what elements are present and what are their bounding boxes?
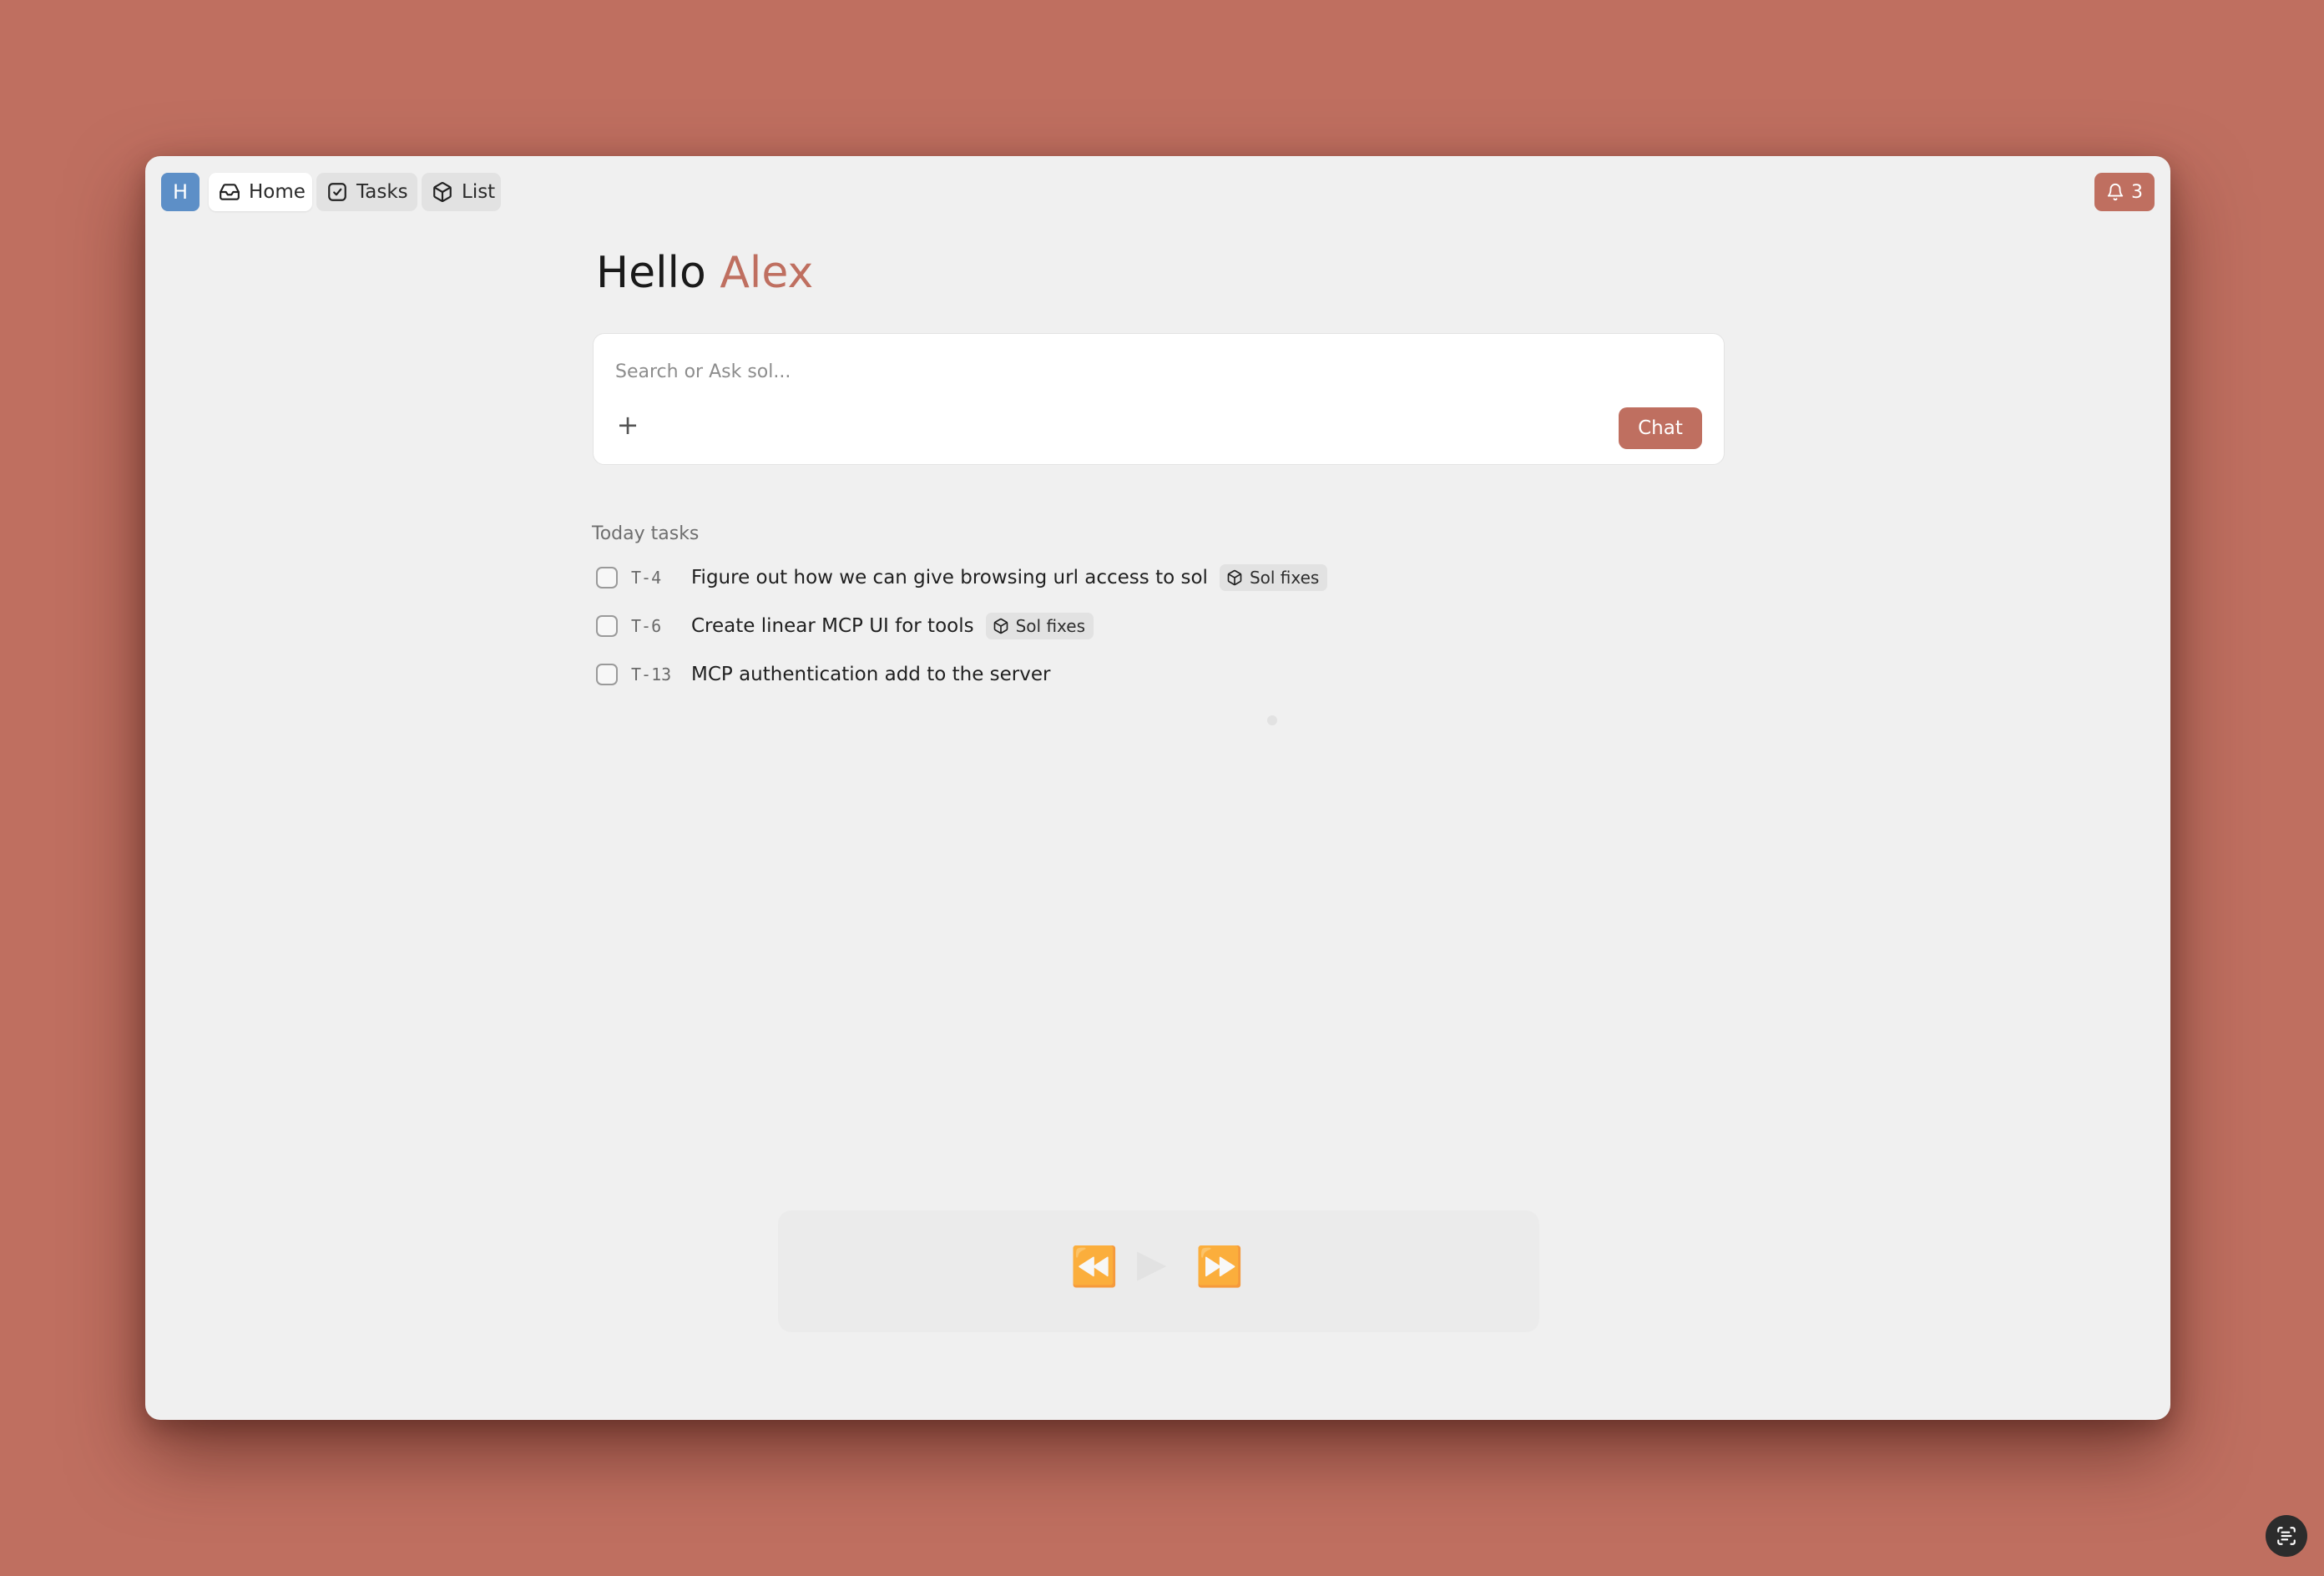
task-row[interactable]: T-6 Create linear MCP UI for tools Sol f… — [596, 609, 1094, 643]
task-checkbox[interactable] — [596, 664, 618, 685]
app-window: H Home Tasks List 3 Hello Alex Search or… — [145, 156, 2170, 1420]
task-row[interactable]: T-4 Figure out how we can give browsing … — [596, 561, 1328, 594]
notification-count: 3 — [2131, 181, 2143, 203]
task-checkbox[interactable] — [596, 615, 618, 637]
search-card: + Chat — [593, 333, 1725, 465]
tab-home[interactable]: Home — [209, 173, 312, 211]
rewind-icon: ⏪ — [1070, 1244, 1119, 1289]
task-id: T-6 — [631, 616, 662, 636]
tab-tasks-label: Tasks — [356, 181, 408, 203]
task-title[interactable]: Figure out how we can give browsing url … — [691, 567, 1208, 588]
search-input[interactable] — [614, 354, 1619, 389]
scan-text-icon — [2277, 1527, 2296, 1545]
box-icon — [993, 618, 1008, 634]
greeting-prefix: Hello — [596, 248, 706, 298]
screen-capture-button[interactable] — [2266, 1515, 2307, 1557]
avatar-letter: H — [172, 180, 189, 204]
task-tag[interactable]: Sol fixes — [1219, 564, 1328, 591]
task-tag-label: Sol fixes — [1015, 616, 1085, 636]
add-button[interactable]: + — [614, 411, 642, 439]
task-tag[interactable]: Sol fixes — [985, 613, 1094, 639]
task-tag-label: Sol fixes — [1249, 568, 1320, 588]
task-row[interactable]: T-13 MCP authentication add to the serve… — [596, 658, 1050, 691]
box-icon — [1227, 569, 1242, 586]
fast-forward-icon: ⏩ — [1195, 1244, 1244, 1289]
play-icon: ▶ — [1137, 1240, 1167, 1286]
task-id: T-13 — [631, 664, 672, 684]
tab-list-label: List — [462, 181, 496, 203]
tab-home-label: Home — [249, 181, 306, 203]
faded-media-player: ⏪ ▶ ⏩ — [778, 1210, 1539, 1332]
box-icon — [433, 182, 452, 202]
task-checkbox[interactable] — [596, 567, 618, 588]
faded-dot — [1267, 715, 1277, 725]
check-square-icon — [328, 183, 346, 201]
inbox-icon — [220, 184, 240, 200]
workspace-avatar[interactable]: H — [161, 173, 200, 211]
tab-tasks[interactable]: Tasks — [316, 173, 417, 211]
bell-icon — [2107, 184, 2124, 201]
greeting-name: Alex — [720, 248, 814, 298]
task-id: T-4 — [631, 568, 662, 588]
tab-list[interactable]: List — [422, 173, 501, 211]
notifications-button[interactable]: 3 — [2094, 173, 2155, 211]
task-title[interactable]: Create linear MCP UI for tools — [691, 615, 974, 637]
today-tasks-heading: Today tasks — [592, 523, 700, 544]
chat-button[interactable]: Chat — [1619, 407, 1702, 449]
task-title[interactable]: MCP authentication add to the server — [691, 664, 1050, 685]
page-title: Hello Alex — [596, 248, 813, 298]
